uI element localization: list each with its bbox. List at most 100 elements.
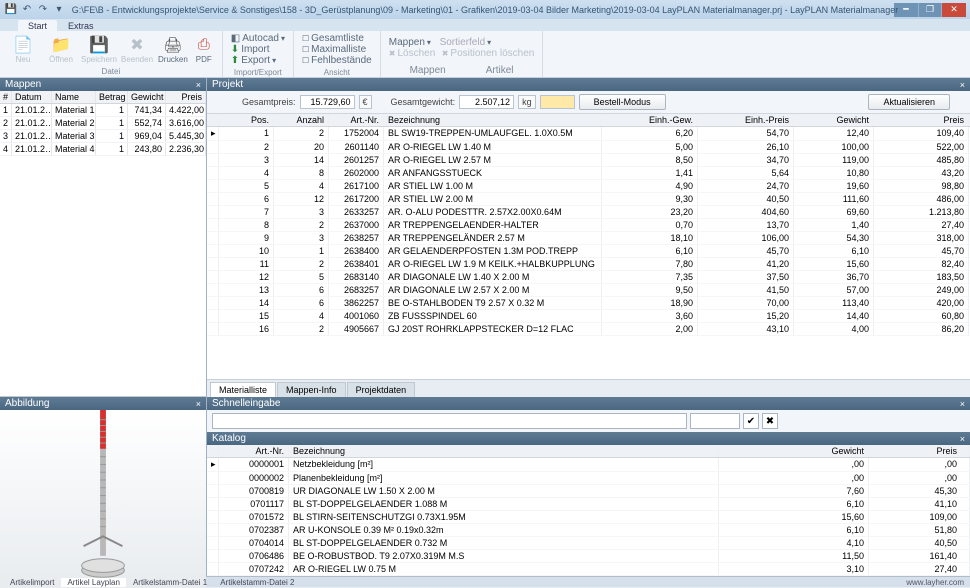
pdf-button[interactable]: ⎙PDF [192, 35, 216, 64]
import-item[interactable]: ⬇Import [229, 44, 287, 55]
table-row[interactable]: 482602000AR ANFANGSSTUECK1,415,6410,8043… [207, 167, 970, 180]
bt-artikelstamm-1[interactable]: Artikelstamm-Datei 1 [127, 578, 213, 587]
schnell-check-button[interactable]: ✔ [743, 413, 759, 429]
mappen-grid[interactable]: # Datum Name Betrag Gewicht Preis 121.01… [0, 91, 206, 397]
col-bez[interactable]: Bezeichnung [384, 114, 602, 126]
projekt-grid[interactable]: Pos. Anzahl Art.-Nr. Bezeichnung Einh.-G… [207, 114, 970, 379]
group-label-ansicht: Ansicht [294, 68, 380, 78]
maximalliste-item[interactable]: ☐ Maximalliste [300, 44, 374, 55]
col-einhgew[interactable]: Einh.-Gew. [602, 114, 698, 126]
col-anzahl[interactable]: Anzahl [274, 114, 329, 126]
col-betrag[interactable]: Betrag [96, 91, 128, 103]
ribbon-tabs: Start Extras [0, 19, 970, 31]
katalog-grid[interactable]: Art.-Nr. Bezeichnung Gewicht Preis ▸0000… [207, 445, 970, 576]
qat-redo-icon[interactable]: ↷ [36, 3, 50, 17]
gesamtliste-item[interactable]: ☐ Gesamtliste [300, 33, 374, 44]
col-kat-preis[interactable]: Preis [869, 445, 970, 457]
table-row[interactable]: 0000002Planenbekleidung [m²],00,00 [207, 472, 970, 485]
qat-undo-icon[interactable]: ↶ [20, 3, 34, 17]
panel-close-icon[interactable]: × [196, 80, 201, 90]
schnell-input-1[interactable] [212, 413, 687, 429]
save-button[interactable]: 💾Speichern [82, 35, 116, 64]
table-row[interactable]: 6122617200AR STIEL LW 2.00 M9,3040,50111… [207, 193, 970, 206]
table-row[interactable]: 3142601257AR O-RIEGEL LW 2.57 M8,5034,70… [207, 154, 970, 167]
table-row[interactable]: 732633257AR. O-ALU PODESTTR. 2.57X2.00X0… [207, 206, 970, 219]
bestell-modus-button[interactable]: Bestell-Modus [579, 94, 666, 110]
table-row[interactable]: 1624905667GJ 20ST ROHRKLAPPSTECKER D=12 … [207, 323, 970, 336]
panel-close-icon[interactable]: × [960, 399, 965, 409]
table-row[interactable]: 1122638401AR O-RIEGEL LW 1.9 M KEILK.+HA… [207, 258, 970, 271]
close-button[interactable]: ✕ [942, 3, 966, 17]
col-einhpreis[interactable]: Einh.-Preis [698, 114, 794, 126]
title-bar: 💾 ↶ ↷ ▾ G:\FE\B - Entwicklungsprojekte\S… [0, 0, 970, 19]
col-preis[interactable]: Preis [166, 91, 206, 103]
table-row[interactable]: ▸121752004BL SW19-TREPPEN-UMLAUFGEL. 1.0… [207, 127, 970, 141]
table-row[interactable]: ▸0000001Netzbekleidung [m²],00,00 [207, 458, 970, 472]
bottom-tabs: Artikelimport Artikel Layplan Artikelsta… [0, 576, 970, 587]
bt-artikel-layplan[interactable]: Artikel Layplan [61, 578, 125, 587]
table-row[interactable]: 0707242AR O-RIEGEL LW 0.75 M3,1027,40 [207, 563, 970, 576]
tab-extras[interactable]: Extras [58, 20, 104, 31]
col-kat-bez[interactable]: Bezeichnung [289, 445, 719, 457]
subtab-mappen-info[interactable]: Mappen-Info [277, 382, 346, 397]
euro-unit: € [359, 95, 372, 109]
table-row[interactable]: 0701117BL ST-DOPPELGELAENDER 1.088 M6,10… [207, 498, 970, 511]
subtab-materialliste[interactable]: Materialliste [210, 382, 276, 397]
col-artnr[interactable]: Art.-Nr. [329, 114, 384, 126]
quit-button[interactable]: ✖Beenden [120, 35, 154, 64]
aktualisieren-button[interactable]: Aktualisieren [868, 94, 950, 110]
table-row[interactable]: 932638257AR TREPPENGELÄNDER 2.57 M18,101… [207, 232, 970, 245]
table-row[interactable]: 1362683257AR DIAGONALE LW 2.57 X 2.00 M9… [207, 284, 970, 297]
qat-save-icon[interactable]: 💾 [4, 3, 18, 17]
filter-input[interactable] [540, 95, 575, 109]
table-row[interactable]: 0700819UR DIAGONALE LW 1.50 X 2.00 M7,60… [207, 485, 970, 498]
col-kat-artnr[interactable]: Art.-Nr. [219, 445, 289, 457]
table-row[interactable]: 1252683140AR DIAGONALE LW 1.40 X 2.00 M7… [207, 271, 970, 284]
table-row[interactable]: 1012638400AR GELAENDERPFOSTEN 1.3M POD.T… [207, 245, 970, 258]
panel-close-icon[interactable]: × [196, 399, 201, 409]
table-row[interactable]: 2202601140AR O-RIEGEL LW 1.40 M5,0026,10… [207, 141, 970, 154]
schnell-input-2[interactable] [690, 413, 740, 429]
print-button[interactable]: 🖨Drucken [158, 35, 188, 64]
table-row[interactable]: 1463862257BE O-STAHLBODEN T9 2.57 X 0.32… [207, 297, 970, 310]
table-row[interactable]: 1544001060ZB FUSSSPINDEL 603,6015,2014,4… [207, 310, 970, 323]
fehlbestaende-item[interactable]: ☐ Fehlbestände [300, 55, 374, 66]
panel-close-icon[interactable]: × [960, 80, 965, 90]
col-gewicht[interactable]: Gewicht [794, 114, 874, 126]
panel-close-icon[interactable]: × [960, 434, 965, 444]
table-row[interactable]: 822637000AR TREPPENGELAENDER-HALTER0,701… [207, 219, 970, 232]
col-name[interactable]: Name [52, 91, 96, 103]
import-icon: ⬇ [231, 44, 239, 55]
table-row[interactable]: 221.01.2…Material 21552,743.616,00 [0, 117, 206, 130]
col-datum[interactable]: Datum [12, 91, 52, 103]
gesamtgewicht-input[interactable] [459, 95, 514, 109]
subtab-projektdaten[interactable]: Projektdaten [347, 382, 416, 397]
table-row[interactable]: 121.01.2…Material 11741,344.422,00 [0, 104, 206, 117]
table-row[interactable]: 0704014BL ST-DOPPELGELAENDER 0.732 M4,10… [207, 537, 970, 550]
bt-artikelstamm-2[interactable]: Artikelstamm-Datei 2 [214, 578, 300, 587]
new-button[interactable]: 📄Neu [6, 35, 40, 64]
col-pos[interactable]: Pos. [219, 114, 274, 126]
open-button[interactable]: 📁Öffnen [44, 35, 78, 64]
table-row[interactable]: 542617100AR STIEL LW 1.00 M4,9024,7019,6… [207, 180, 970, 193]
col-idx[interactable]: # [0, 91, 12, 103]
export-item[interactable]: ⬆Export ▾ [229, 55, 287, 66]
printer-icon: 🖨 [161, 35, 185, 55]
table-row[interactable]: 321.01.2…Material 31969,045.445,30 [0, 130, 206, 143]
maximize-button[interactable]: ❐ [918, 3, 942, 17]
table-row[interactable]: 421.01.2…Material 41243,802.236,30 [0, 143, 206, 156]
schnell-cancel-button[interactable]: ✖ [762, 413, 778, 429]
bt-artikelimport[interactable]: Artikelimport [4, 578, 60, 587]
autocad-item[interactable]: ◧Autocad ▾ [229, 33, 287, 44]
tab-start[interactable]: Start [18, 20, 57, 31]
col-preis[interactable]: Preis [874, 114, 969, 126]
abbildung-header: Abbildung× [0, 397, 206, 410]
table-row[interactable]: 0702387AR U-KONSOLE 0.39 M² 0.19x0.32m6,… [207, 524, 970, 537]
col-gewicht[interactable]: Gewicht [128, 91, 166, 103]
qat-dropdown-icon[interactable]: ▾ [52, 3, 66, 17]
table-row[interactable]: 0701572BL STIRN-SEITENSCHUTZGI 0.73X1.95… [207, 511, 970, 524]
mappen-dd[interactable]: Mappen ▾ Sortierfeld ▾ [387, 37, 537, 48]
col-kat-gew[interactable]: Gewicht [719, 445, 869, 457]
table-row[interactable]: 0706486BE O-ROBUSTBOD. T9 2.07X0.319M M.… [207, 550, 970, 563]
gesamtpreis-input[interactable] [300, 95, 355, 109]
